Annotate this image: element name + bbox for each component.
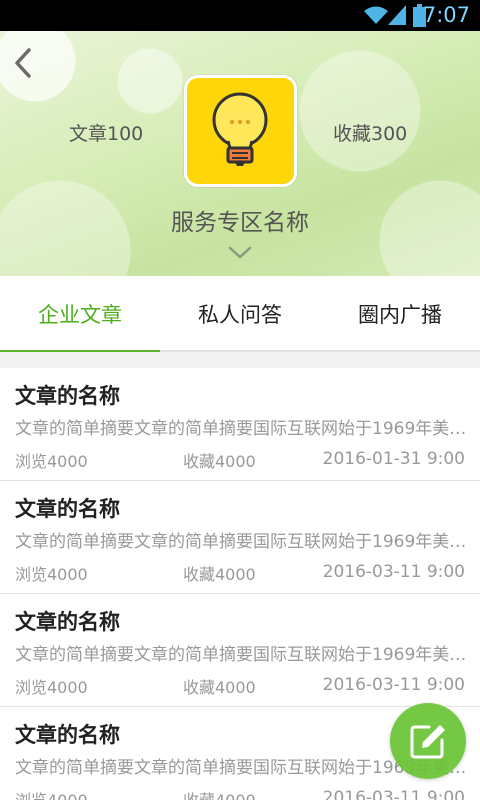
article-date: 2016-03-11 9:00 <box>322 675 465 695</box>
article-summary: 文章的简单摘要文章的简单摘要国际互联网始于1969年美国军方研究项目 <box>15 419 467 439</box>
compose-button[interactable] <box>390 703 466 779</box>
zone-header: 文章100 收藏300 服务专区名称 <box>0 31 480 276</box>
article-date: 2016-01-31 9:00 <box>322 449 465 469</box>
list-separator <box>0 352 480 368</box>
article-favorites: 收藏4000 <box>183 678 256 697</box>
article-favorites: 收藏4000 <box>183 452 256 471</box>
article-date: 2016-03-11 9:00 <box>322 788 465 800</box>
article-views: 浏览4000 <box>15 787 88 800</box>
tab-company-articles[interactable]: 企业文章 <box>0 276 160 354</box>
article-views: 浏览4000 <box>15 565 88 584</box>
zone-logo <box>184 75 297 187</box>
chevron-left-icon[interactable] <box>12 47 34 79</box>
tab-circle-broadcast[interactable]: 圈内广播 <box>320 276 480 352</box>
article-title: 文章的名称 <box>15 610 120 634</box>
tab-private-qa[interactable]: 私人问答 <box>160 276 320 352</box>
list-item[interactable]: 文章的名称 文章的简单摘要文章的简单摘要国际互联网始于1969年美国军方研究项目… <box>0 594 480 707</box>
status-bar: 7:07 <box>0 0 480 31</box>
list-item[interactable]: 文章的名称 文章的简单摘要文章的简单摘要国际互联网始于1969年美国军方研究项目… <box>0 368 480 481</box>
status-time: 7:07 <box>422 3 470 27</box>
favorites-count: 收藏300 <box>333 123 408 145</box>
article-date: 2016-03-11 9:00 <box>322 562 465 582</box>
zone-name: 服务专区名称 <box>171 210 309 236</box>
chevron-down-icon[interactable] <box>227 245 253 261</box>
article-summary: 文章的简单摘要文章的简单摘要国际互联网始于1969年美国军方研究项目 <box>15 645 467 665</box>
article-title: 文章的名称 <box>15 723 120 747</box>
wifi-icon <box>364 6 388 24</box>
edit-icon <box>410 725 445 759</box>
tab-bar: 企业文章 私人问答 圈内广播 <box>0 276 480 354</box>
list-item[interactable]: 文章的名称 文章的简单摘要文章的简单摘要国际互联网始于1969年美国军方研究项目… <box>0 481 480 594</box>
article-favorites: 收藏4000 <box>183 787 256 800</box>
signal-icon <box>388 5 406 25</box>
articles-count: 文章100 <box>69 123 144 145</box>
article-title: 文章的名称 <box>15 497 120 521</box>
article-views: 浏览4000 <box>15 452 88 471</box>
article-favorites: 收藏4000 <box>183 565 256 584</box>
article-views: 浏览4000 <box>15 678 88 697</box>
article-summary: 文章的简单摘要文章的简单摘要国际互联网始于1969年美国军方研究项目 <box>15 532 467 552</box>
article-title: 文章的名称 <box>15 384 120 408</box>
lightbulb-icon <box>212 92 268 166</box>
